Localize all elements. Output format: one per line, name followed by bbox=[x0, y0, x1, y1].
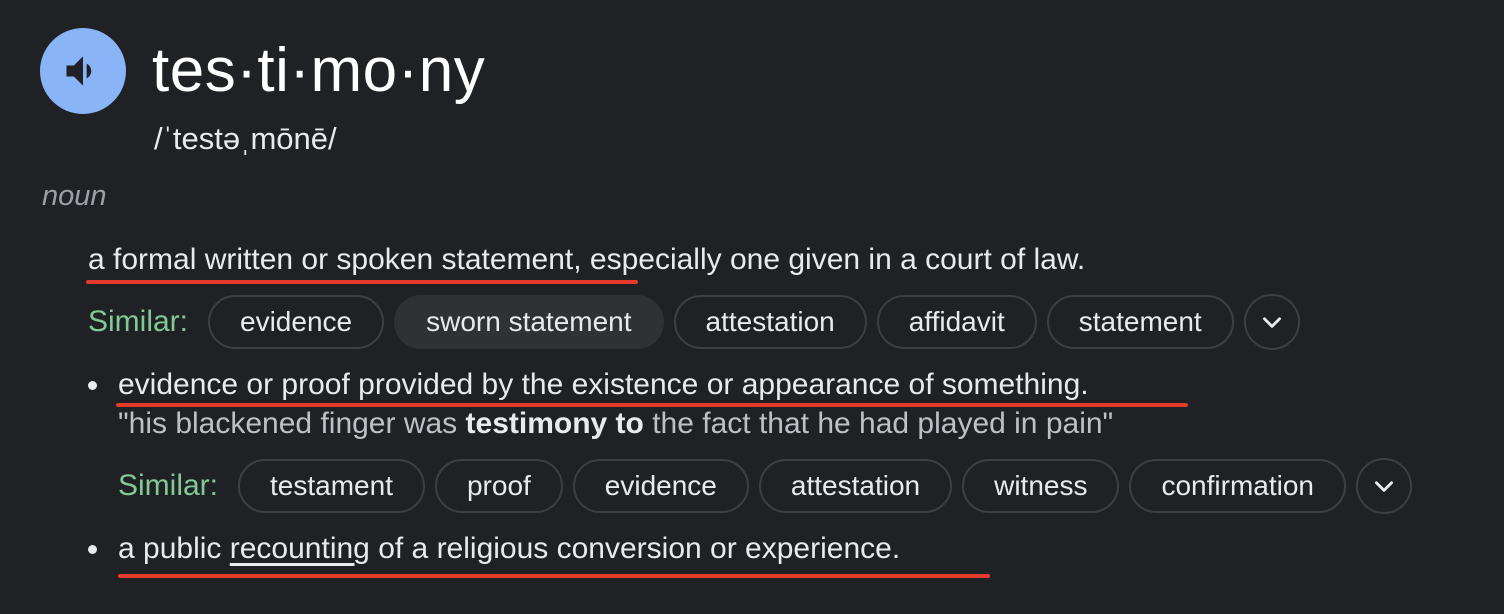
definition-1-rest: especially one given in a court of law. bbox=[581, 243, 1086, 276]
example-highlight: testimony to bbox=[465, 407, 644, 440]
expand-similar-button[interactable] bbox=[1355, 458, 1412, 514]
definition-2: evidence or proof provided by the existe… bbox=[118, 368, 1089, 401]
similar-label: Similar: bbox=[118, 469, 219, 502]
chevron-down-icon bbox=[1262, 317, 1281, 328]
definition-3-end: of a religious conversion or experience. bbox=[369, 532, 901, 565]
annotation-underline-3 bbox=[118, 574, 990, 578]
speaker-icon bbox=[66, 56, 92, 86]
example-end: the fact that he had played in pain" bbox=[643, 407, 1114, 440]
definition-3: a public recounting of a religious conve… bbox=[118, 529, 900, 569]
similar-chip-evidence[interactable]: evidence bbox=[208, 295, 385, 349]
pronunciation-button[interactable] bbox=[40, 28, 126, 114]
bullet bbox=[88, 381, 97, 390]
part-of-speech: noun bbox=[42, 180, 107, 212]
similar-chip-attestation[interactable]: attestation bbox=[758, 459, 953, 513]
example-sentence: "his blackened finger was testimony to t… bbox=[118, 405, 1113, 443]
similar-chip-affidavit[interactable]: affidavit bbox=[876, 295, 1037, 349]
definition-1-main: a formal written or spoken statement, bbox=[88, 243, 582, 276]
chevron-down-icon bbox=[1374, 481, 1393, 492]
annotation-underline-1 bbox=[86, 280, 638, 284]
recounting-link[interactable]: recounting bbox=[230, 532, 370, 565]
similar-chip-testament[interactable]: testament bbox=[238, 459, 425, 513]
similar-row-2: Similar: testament proof evidence attest… bbox=[118, 458, 1412, 514]
similar-chip-witness[interactable]: witness bbox=[962, 459, 1120, 513]
similar-chip-confirmation[interactable]: confirmation bbox=[1129, 459, 1346, 513]
bullet bbox=[88, 545, 97, 554]
similar-chip-statement[interactable]: statement bbox=[1046, 295, 1234, 349]
similar-row-1: Similar: evidence sworn statement attest… bbox=[88, 294, 1300, 350]
expand-similar-button[interactable] bbox=[1243, 294, 1300, 350]
similar-chip-attestation[interactable]: attestation bbox=[673, 295, 867, 349]
example-start: "his blackened finger was bbox=[118, 407, 466, 440]
similar-chip-proof[interactable]: proof bbox=[434, 459, 563, 513]
similar-label: Similar: bbox=[88, 305, 189, 338]
definition-1: a formal written or spoken statement, es… bbox=[88, 240, 1085, 280]
definition-3-start: a public bbox=[118, 532, 230, 565]
headword: tes·ti·mo·ny bbox=[152, 36, 486, 105]
phonetic-spelling: /ˈtestəˌmōnē/ bbox=[154, 121, 337, 156]
similar-chip-evidence[interactable]: evidence bbox=[572, 459, 749, 513]
similar-chip-sworn-statement[interactable]: sworn statement bbox=[394, 295, 664, 349]
